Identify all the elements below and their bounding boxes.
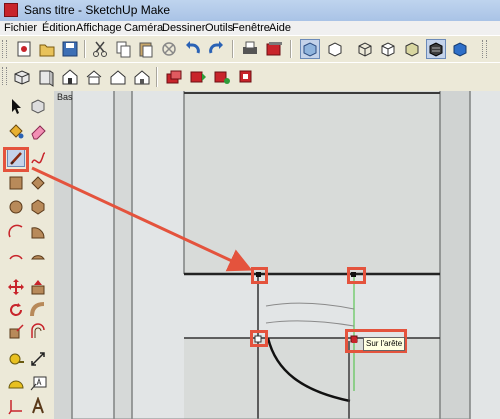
toolbar-separator [84,40,86,58]
back-edges-icon[interactable] [325,39,345,59]
share-model-icon[interactable] [188,67,208,87]
dimension-icon[interactable] [29,350,47,368]
menu-affichage[interactable]: Affichage [76,21,122,35]
iso-view-icon[interactable] [12,67,32,87]
toolbar-grip[interactable] [2,67,7,85]
top-view-icon[interactable] [36,67,56,87]
toolbar-separator [156,67,158,87]
freehand-icon[interactable] [29,149,47,167]
redo-icon[interactable] [206,39,226,59]
cut-icon[interactable] [90,39,110,59]
shaded-icon[interactable] [402,39,422,59]
toolbar-grip[interactable] [482,40,487,58]
tape-measure-icon[interactable] [7,350,25,368]
endpoint-highlight-3 [250,330,268,347]
title-bar: Sans titre - SketchUp Make [0,0,500,22]
standard-toolbar [0,35,500,63]
arc-icon[interactable] [7,223,25,241]
offset-icon[interactable] [29,323,47,341]
menu-aide[interactable]: Aide [269,21,291,35]
push-pull-icon[interactable] [29,278,47,296]
toolbar-separator [232,40,234,58]
save-icon[interactable] [60,39,80,59]
menu-bar: Fichier Édition Affichage Caméra Dessine… [0,21,500,35]
endpoint-highlight-2 [347,267,366,284]
rotated-rectangle-icon[interactable] [29,174,47,192]
warehouse-icon[interactable] [164,67,184,87]
circle-icon[interactable] [7,198,25,216]
follow-me-icon[interactable] [29,301,47,319]
select-icon[interactable] [7,97,25,115]
paste-icon[interactable] [136,39,156,59]
text-icon[interactable] [29,374,47,392]
scale-icon[interactable] [7,323,25,341]
make-component-icon[interactable] [29,97,47,115]
toolbar-separator [290,40,292,58]
left-view-icon[interactable] [132,67,152,87]
three-point-arc-icon[interactable] [29,246,47,264]
extension-icon[interactable] [236,67,256,87]
drawing-viewport[interactable]: Bas [54,91,500,419]
menu-edition[interactable]: Édition [42,21,76,35]
copy-icon[interactable] [113,39,133,59]
erase-icon[interactable] [159,39,179,59]
paint-bucket-icon[interactable] [7,122,25,140]
axes-icon[interactable] [7,397,25,415]
menu-camera[interactable]: Caméra [124,21,163,35]
menu-fenetre[interactable]: Fenêtre [232,21,270,35]
rectangle-icon[interactable] [7,174,25,192]
wireframe-icon[interactable] [355,39,375,59]
shaded-textures-icon[interactable] [426,39,446,59]
sketchup-app-icon [4,3,18,17]
pie-icon[interactable] [29,223,47,241]
front-view-icon[interactable] [60,67,80,87]
protractor-icon[interactable] [7,374,25,392]
tool-palette [0,91,55,419]
print-icon[interactable] [240,39,260,59]
line-tool-highlight [3,147,29,172]
inference-tooltip: Sur l'arête [363,337,406,351]
new-icon[interactable] [14,39,34,59]
hidden-line-icon[interactable] [378,39,398,59]
model-info-icon[interactable] [264,39,284,59]
polygon-icon[interactable] [29,198,47,216]
menu-fichier[interactable]: Fichier [4,21,37,35]
undo-icon[interactable] [183,39,203,59]
menu-outils[interactable]: Outils [205,21,233,35]
menu-dessiner[interactable]: Dessiner [162,21,205,35]
views-toolbar [0,62,500,92]
endpoint-highlight-1 [251,267,268,284]
toolbar-grip[interactable] [2,40,7,58]
back-view-icon[interactable] [108,67,128,87]
view-name-label: Bas [57,92,73,102]
right-view-icon[interactable] [84,67,104,87]
rotate-icon[interactable] [7,301,25,319]
move-icon[interactable] [7,278,25,296]
monochrome-icon[interactable] [450,39,470,59]
open-icon[interactable] [37,39,57,59]
xray-icon[interactable] [300,39,320,59]
eraser-icon[interactable] [29,122,47,140]
window-title: Sans titre - SketchUp Make [24,3,171,17]
model-geometry [54,91,500,419]
3d-text-icon[interactable] [29,397,47,415]
components-icon[interactable] [212,67,232,87]
two-point-arc-icon[interactable] [7,246,25,264]
